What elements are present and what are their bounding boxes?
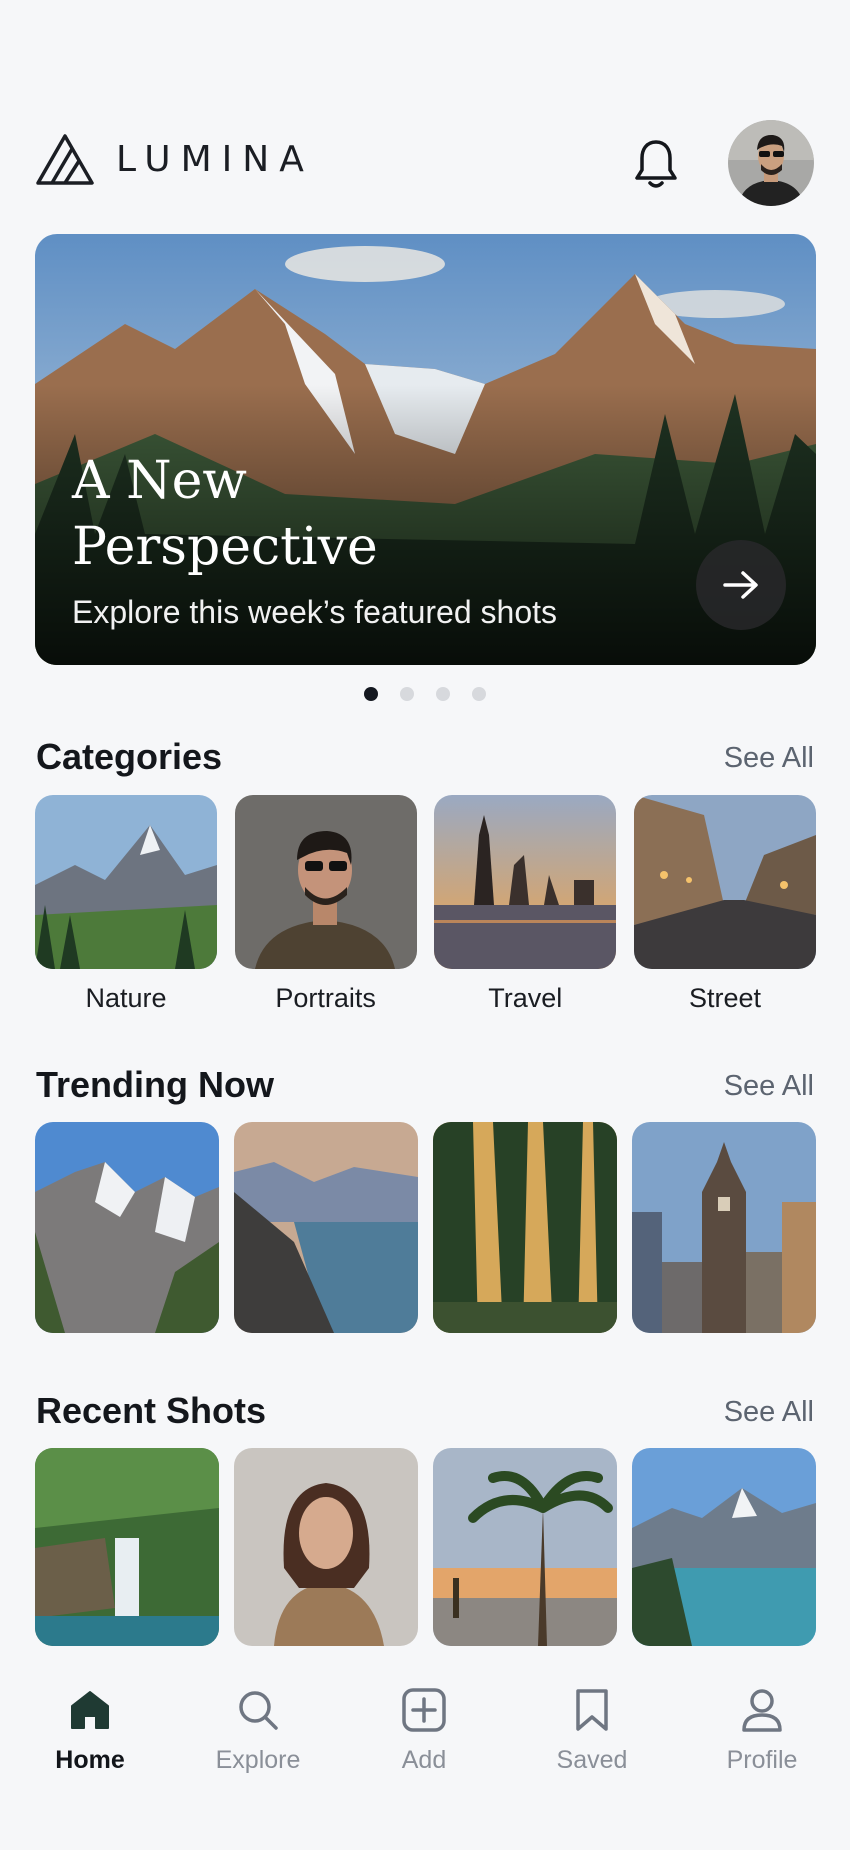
tab-home[interactable]: Home bbox=[20, 1680, 160, 1775]
tab-label: Explore bbox=[215, 1746, 301, 1774]
tab-profile[interactable]: Profile bbox=[692, 1680, 832, 1775]
recent-see-all-link[interactable]: See All bbox=[724, 1396, 814, 1429]
category-travel[interactable]: Travel bbox=[434, 795, 617, 1014]
carousel-dot[interactable] bbox=[364, 687, 378, 701]
category-street-image bbox=[633, 795, 816, 969]
user-avatar[interactable] bbox=[728, 120, 814, 206]
category-label: Travel bbox=[488, 983, 563, 1013]
trending-row bbox=[35, 1122, 816, 1333]
carousel-dot[interactable] bbox=[472, 687, 486, 701]
brand-name: LUMINA bbox=[116, 138, 314, 180]
tab-label: Add bbox=[401, 1746, 447, 1774]
recent-row bbox=[35, 1448, 816, 1646]
search-icon bbox=[239, 1691, 278, 1730]
trending-title: Trending Now bbox=[36, 1064, 274, 1105]
carousel-dot[interactable] bbox=[400, 687, 414, 701]
categories-title: Categories bbox=[36, 736, 223, 777]
bottom-tab-bar: Home Explore Add Saved Profile bbox=[0, 1680, 850, 1850]
category-label: Street bbox=[688, 983, 761, 1013]
tab-label: Home bbox=[55, 1746, 125, 1774]
plus-square-icon bbox=[402, 1688, 446, 1732]
brand-logo[interactable]: LUMINA bbox=[36, 133, 314, 185]
bookmark-icon bbox=[576, 1689, 608, 1731]
category-street[interactable]: Street bbox=[633, 795, 816, 1014]
category-nature-image bbox=[35, 795, 217, 969]
carousel-pagination bbox=[0, 687, 850, 701]
hero-next-button[interactable] bbox=[696, 540, 786, 630]
tab-label: Profile bbox=[726, 1746, 798, 1774]
featured-hero-card[interactable]: A New Perspective Explore this week’s fe… bbox=[35, 234, 816, 665]
tab-explore[interactable]: Explore bbox=[188, 1680, 328, 1775]
tab-label: Saved bbox=[556, 1746, 628, 1774]
trending-photo[interactable] bbox=[234, 1122, 418, 1333]
category-nature[interactable]: Nature bbox=[35, 795, 217, 1014]
category-label: Nature bbox=[85, 983, 167, 1013]
recent-photo[interactable] bbox=[433, 1448, 617, 1646]
recent-photo[interactable] bbox=[632, 1448, 816, 1646]
categories-row: Nature Portraits Travel Street bbox=[35, 795, 816, 1014]
user-icon bbox=[742, 1689, 782, 1732]
arrow-right-icon bbox=[723, 571, 758, 599]
recent-photo[interactable] bbox=[234, 1448, 418, 1646]
lumina-logo-icon bbox=[36, 134, 94, 185]
trending-photo[interactable] bbox=[35, 1122, 219, 1333]
trending-see-all-link[interactable]: See All bbox=[724, 1070, 814, 1103]
tab-saved[interactable]: Saved bbox=[522, 1680, 662, 1775]
category-portraits-image bbox=[234, 795, 417, 969]
category-label: Portraits bbox=[275, 983, 376, 1013]
recent-title: Recent Shots bbox=[36, 1390, 267, 1431]
tab-add[interactable]: Add bbox=[354, 1680, 494, 1775]
notifications-button[interactable] bbox=[632, 138, 680, 190]
avatar-photo bbox=[728, 120, 814, 206]
home-icon bbox=[71, 1691, 109, 1729]
recent-photo[interactable] bbox=[35, 1448, 219, 1646]
trending-photo[interactable] bbox=[433, 1122, 617, 1333]
bell-icon bbox=[635, 140, 677, 188]
app-header: LUMINA bbox=[36, 118, 814, 210]
category-portraits[interactable]: Portraits bbox=[234, 795, 417, 1014]
trending-photo[interactable] bbox=[632, 1122, 816, 1333]
category-travel-image bbox=[434, 795, 617, 969]
hero-title: A New Perspective bbox=[72, 451, 378, 577]
hero-subtitle: Explore this week’s featured shots bbox=[72, 594, 557, 630]
categories-see-all-link[interactable]: See All bbox=[724, 742, 814, 775]
carousel-dot[interactable] bbox=[436, 687, 450, 701]
